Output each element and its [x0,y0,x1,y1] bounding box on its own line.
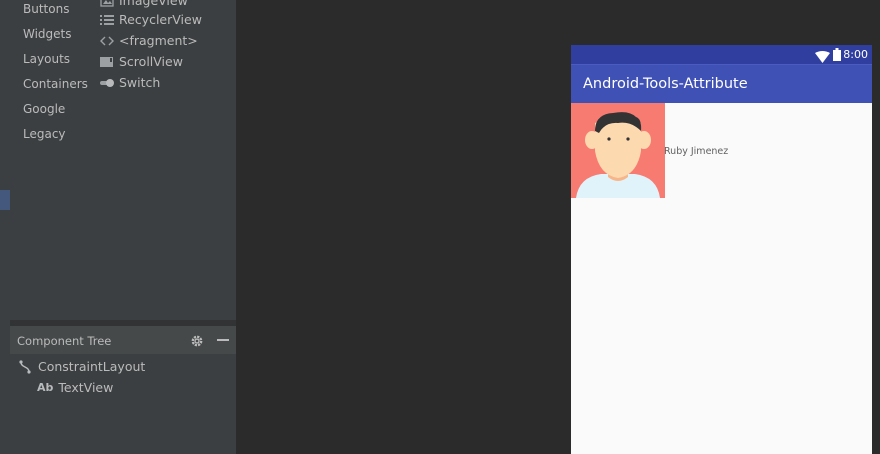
user-name-text: Ruby Jimenez [664,146,729,157]
category-legacy[interactable]: Legacy [23,127,66,141]
widget-recyclerview[interactable]: RecyclerView [100,12,202,27]
tree-node-textview[interactable]: Ab TextView [37,380,113,395]
avatar [571,103,665,198]
image-icon [100,0,114,7]
status-time: 8:00 [843,48,868,61]
minimize-icon[interactable] [217,339,229,341]
category-layouts[interactable]: Layouts [23,52,70,66]
component-tree-header: Component Tree [10,326,236,354]
tree-node-label: TextView [58,380,114,395]
category-google[interactable]: Google [23,102,65,116]
widget-imageview[interactable]: ImageView [100,0,188,8]
app-title: Android-Tools-Attribute [583,76,748,92]
constraint-layout-icon [18,359,34,374]
code-brackets-icon [100,35,114,47]
status-bar: 8:00 [571,45,872,64]
category-widgets[interactable]: Widgets [23,27,72,41]
scroll-thumb[interactable] [0,190,10,210]
list-icon [100,14,114,26]
widget-scrollview[interactable]: ScrollView [100,54,183,69]
switch-icon [100,77,114,89]
category-containers[interactable]: Containers [23,77,88,91]
palette-panel: Buttons Widgets Layouts Containers Googl… [10,0,236,320]
category-buttons[interactable]: Buttons [23,2,69,16]
textview-icon: Ab [37,381,54,394]
tree-node-constraintlayout[interactable]: ConstraintLayout [18,359,145,374]
app-bar: Android-Tools-Attribute [571,64,872,103]
gear-icon[interactable] [190,333,204,347]
widget-label: ImageView [119,0,188,8]
left-tool-strip [0,0,10,454]
widget-switch[interactable]: Switch [100,75,160,90]
widget-label: <fragment> [119,33,198,48]
scrollview-icon [100,56,114,68]
widget-fragment[interactable]: <fragment> [100,33,198,48]
widget-label: Switch [119,75,161,90]
tree-node-label: ConstraintLayout [38,359,146,374]
widget-label: ScrollView [119,54,183,69]
component-tree-panel: Component Tree ConstraintLayout Ab TextV… [10,326,236,454]
device-preview: 8:00 Android-Tools-Attribute Ruby Jimene… [571,45,872,454]
widget-label: RecyclerView [119,12,202,27]
component-tree-title: Component Tree [17,334,112,348]
